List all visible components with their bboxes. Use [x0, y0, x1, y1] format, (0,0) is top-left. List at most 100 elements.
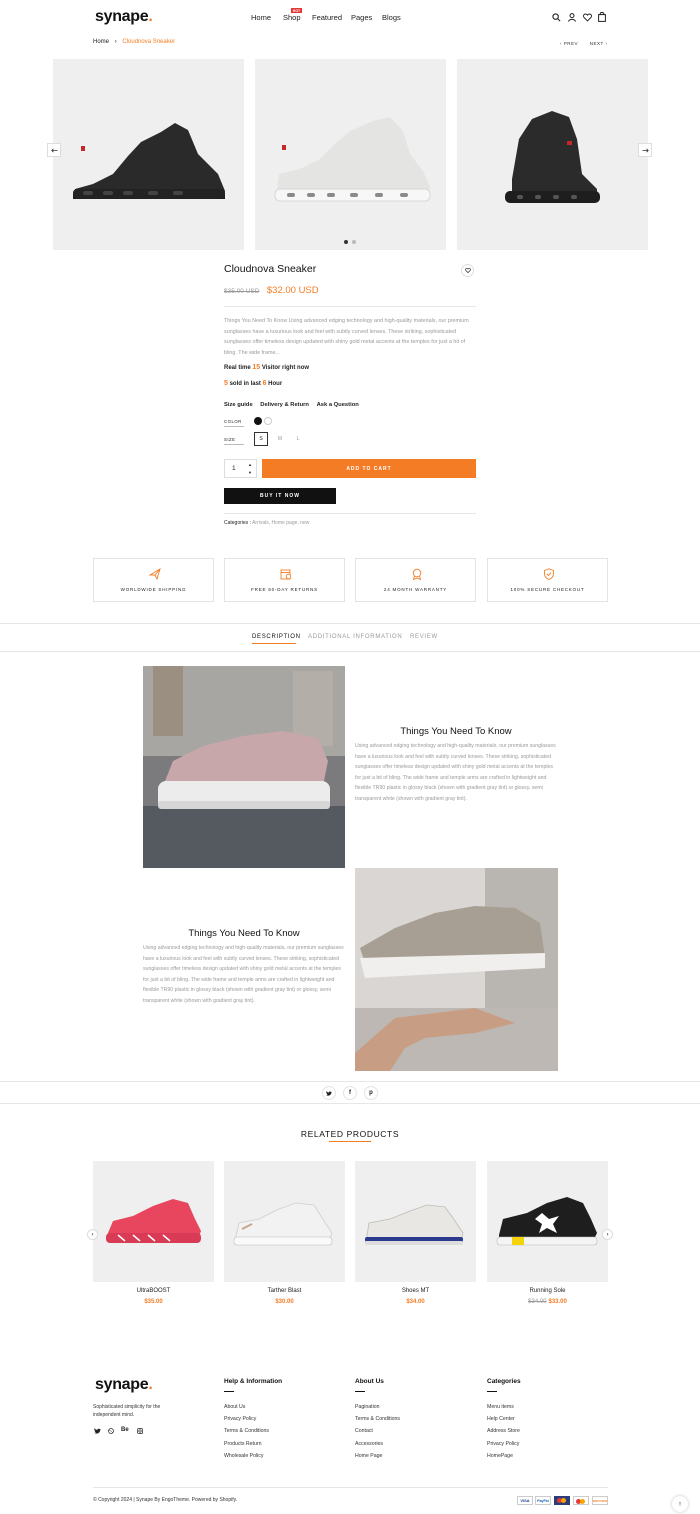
- divider: [0, 1081, 700, 1082]
- prev-label: PREV: [563, 41, 579, 46]
- footer-link[interactable]: Home Page: [355, 1453, 382, 1459]
- related-product-name-3[interactable]: Shoes MT: [355, 1288, 476, 1294]
- twitter-icon[interactable]: [94, 1428, 101, 1434]
- footer-link[interactable]: Contact: [355, 1428, 373, 1434]
- calendar-return-icon: [280, 569, 292, 580]
- gallery-dot[interactable]: [352, 240, 356, 244]
- footer-logo[interactable]: synape.: [95, 1376, 153, 1394]
- black-white-star-shoe-image: [496, 1197, 598, 1246]
- next-product-link[interactable]: NEXT ›: [590, 41, 608, 46]
- sold-count: 5: [224, 380, 228, 387]
- footer-link[interactable]: Privacy Policy: [224, 1416, 256, 1422]
- size-option-s[interactable]: S: [254, 432, 268, 446]
- breadcrumb-home[interactable]: Home: [93, 39, 109, 45]
- ask-question-link[interactable]: Ask a Question: [317, 402, 359, 408]
- footer-column-title: Help & Information: [224, 1378, 283, 1385]
- current-price: $32.00 USD: [266, 285, 319, 296]
- hot-badge: HOT: [291, 8, 302, 13]
- gallery-dot-active[interactable]: [344, 240, 348, 244]
- nav-shop[interactable]: Shop: [283, 13, 301, 22]
- pink-sneaker-photo: [143, 666, 345, 868]
- hand-sneaker-photo: [355, 868, 558, 1071]
- related-product-image-2[interactable]: [224, 1161, 345, 1282]
- quantity-input[interactable]: 1: [232, 465, 236, 472]
- wishlist-button[interactable]: [461, 264, 474, 277]
- divider: [93, 1487, 608, 1488]
- size-option-l[interactable]: L: [291, 432, 305, 446]
- instagram-icon[interactable]: [137, 1428, 143, 1434]
- tab-review[interactable]: REVIEW: [410, 634, 438, 640]
- size-option-m[interactable]: M: [273, 432, 287, 446]
- quantity-decrease-button[interactable]: ▼: [245, 469, 255, 476]
- related-product-name-4[interactable]: Running Sole: [487, 1288, 608, 1294]
- gallery-image-3[interactable]: [457, 59, 648, 250]
- related-product-image-3[interactable]: [355, 1161, 476, 1282]
- old-price: $35.00 USD: [224, 288, 260, 295]
- nav-pages[interactable]: Pages: [351, 13, 372, 22]
- gallery-prev-button[interactable]: [47, 143, 61, 157]
- quantity-increase-button[interactable]: ▲: [245, 461, 255, 468]
- share-pinterest-button[interactable]: p: [364, 1086, 378, 1100]
- grey-running-shoe-image: [365, 1204, 464, 1245]
- brand-logo[interactable]: synape.: [95, 8, 153, 26]
- share-twitter-button[interactable]: [322, 1086, 336, 1100]
- wishlist-icon[interactable]: [583, 13, 592, 22]
- mastercard-icon: MC: [554, 1496, 570, 1505]
- color-swatch-black[interactable]: [254, 417, 262, 425]
- footer-link[interactable]: Terms & Conditions: [355, 1416, 400, 1422]
- categories-row: Categories : Arrivals, Home page, new: [224, 520, 309, 526]
- related-next-button[interactable]: ›: [602, 1229, 613, 1240]
- color-label: COLOR: [224, 419, 244, 427]
- nav-blogs[interactable]: Blogs: [382, 13, 401, 22]
- footer-link[interactable]: Privacy Policy: [487, 1441, 519, 1447]
- related-product-image-1[interactable]: [93, 1161, 214, 1282]
- gallery-image-2[interactable]: [255, 59, 446, 250]
- description-text-1: Using advanced edging technology and hig…: [355, 743, 556, 802]
- footer-link[interactable]: Terms & Conditions: [224, 1428, 269, 1434]
- gallery-next-button[interactable]: [638, 143, 652, 157]
- description-heading-1: Things You Need To Know: [400, 726, 512, 737]
- size-label: SIZE: [224, 437, 244, 445]
- related-product-price-4: $33.00: [548, 1299, 567, 1305]
- share-facebook-button[interactable]: f: [343, 1086, 357, 1100]
- footer-link[interactable]: About Us: [224, 1404, 245, 1410]
- related-product-image-4[interactable]: [487, 1161, 608, 1282]
- product-pager: ‹ PREV NEXT ›: [560, 41, 607, 46]
- nav-home[interactable]: Home: [251, 13, 271, 22]
- dribbble-icon[interactable]: [108, 1428, 114, 1434]
- footer-link[interactable]: Menu items: [487, 1404, 514, 1410]
- breadcrumb-current: Cloudnova Sneaker: [122, 39, 176, 45]
- behance-icon[interactable]: Be: [121, 1427, 129, 1433]
- add-to-cart-button[interactable]: ADD TO CART: [262, 459, 476, 478]
- footer-link[interactable]: Products Return: [224, 1441, 261, 1447]
- footer-title-underline: [224, 1391, 234, 1392]
- back-to-top-button[interactable]: ↑: [672, 1496, 688, 1512]
- gallery-image-1[interactable]: [53, 59, 244, 250]
- related-product-price-2: $30.00: [275, 1299, 294, 1305]
- footer-link[interactable]: Address Store: [487, 1428, 520, 1434]
- footer-link[interactable]: Wholesale Policy: [224, 1453, 264, 1459]
- footer-link[interactable]: Pagination: [355, 1404, 380, 1410]
- size-guide-link[interactable]: Size guide: [224, 402, 253, 408]
- tab-additional-information[interactable]: ADDITIONAL INFORMATION: [308, 634, 402, 640]
- related-product-name-1[interactable]: UltraBOOST: [93, 1288, 214, 1294]
- tab-description[interactable]: DESCRIPTION: [252, 634, 301, 640]
- categories-value[interactable]: Arrivals, Home page, new: [252, 520, 309, 526]
- related-heading: RELATED PRODUCTS: [300, 1129, 400, 1139]
- delivery-return-link[interactable]: Delivery & Return: [260, 402, 309, 408]
- cart-icon[interactable]: [598, 12, 606, 22]
- nav-featured[interactable]: Featured: [312, 13, 342, 22]
- footer-link[interactable]: Help Center: [487, 1416, 515, 1422]
- footer-link[interactable]: Accessories: [355, 1441, 383, 1447]
- footer-brand-dot: .: [148, 1376, 153, 1393]
- buy-it-now-button[interactable]: BUY IT NOW: [224, 488, 336, 504]
- footer-brand-name: synape: [95, 1376, 149, 1393]
- color-swatch-white[interactable]: [264, 417, 272, 425]
- related-product-name-2[interactable]: Tarther Blast: [224, 1288, 345, 1294]
- account-icon[interactable]: [568, 13, 576, 22]
- prev-product-link[interactable]: ‹ PREV: [560, 41, 578, 46]
- related-prev-button[interactable]: ‹: [87, 1229, 98, 1240]
- footer-social: Be: [94, 1427, 154, 1436]
- search-icon[interactable]: [552, 13, 561, 22]
- footer-link[interactable]: HomePage: [487, 1453, 513, 1459]
